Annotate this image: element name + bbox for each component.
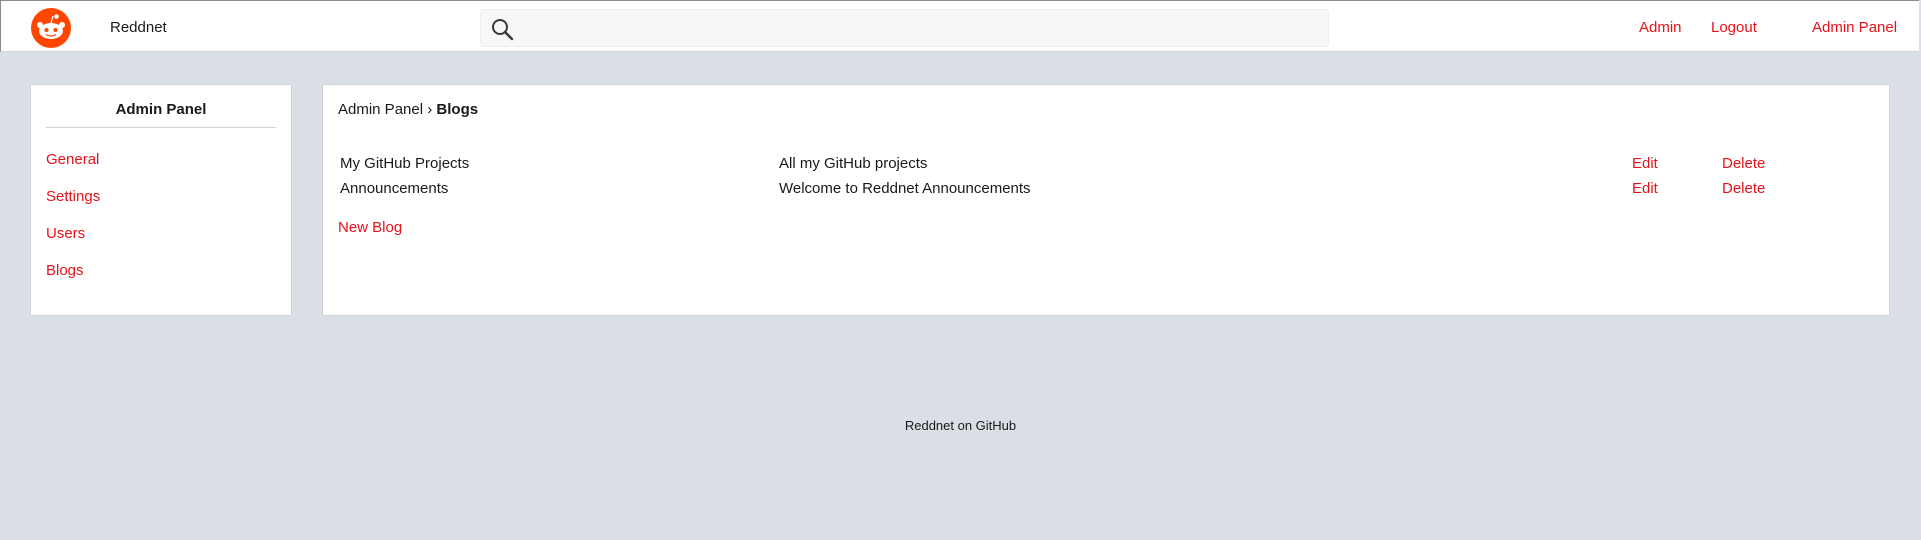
admin-sidebar: Admin Panel General Settings Users Blogs [30,84,292,316]
breadcrumb: Admin Panel › Blogs [338,101,478,118]
breadcrumb-parent[interactable]: Admin Panel [338,101,423,118]
reddnet-logo-icon[interactable] [31,8,71,48]
brand-name[interactable]: Reddnet [110,19,167,36]
admin-link[interactable]: Admin [1639,19,1682,36]
delete-blog-button[interactable]: Delete [1722,155,1765,172]
delete-blog-button[interactable]: Delete [1722,180,1765,197]
search-input[interactable] [521,14,1315,44]
breadcrumb-current: Blogs [436,101,479,118]
search-icon [492,19,514,41]
search-bar[interactable] [480,9,1329,47]
edit-blog-button[interactable]: Edit [1632,180,1658,197]
sidebar-item-blogs[interactable]: Blogs [46,262,84,279]
footer-link[interactable]: Reddnet on GitHub [0,418,1921,433]
top-navbar: Reddnet Admin Logout Admin Panel [0,0,1919,52]
blog-name: My GitHub Projects [340,155,470,172]
blog-description: All my GitHub projects [779,155,928,172]
blog-name: Announcements [340,180,449,197]
sidebar-item-settings[interactable]: Settings [46,188,100,205]
sidebar-divider [46,127,276,128]
sidebar-item-users[interactable]: Users [46,225,85,242]
new-blog-button[interactable]: New Blog [338,219,402,236]
admin-panel-link[interactable]: Admin Panel [1812,19,1897,36]
logout-link[interactable]: Logout [1711,19,1757,36]
sidebar-title: Admin Panel [115,101,207,118]
edit-blog-button[interactable]: Edit [1632,155,1658,172]
blog-description: Welcome to Reddnet Announcements [779,180,1031,197]
breadcrumb-separator: › [427,101,433,118]
blogs-panel: Admin Panel › Blogs My GitHub Projects A… [322,84,1890,316]
sidebar-item-general[interactable]: General [46,151,99,168]
